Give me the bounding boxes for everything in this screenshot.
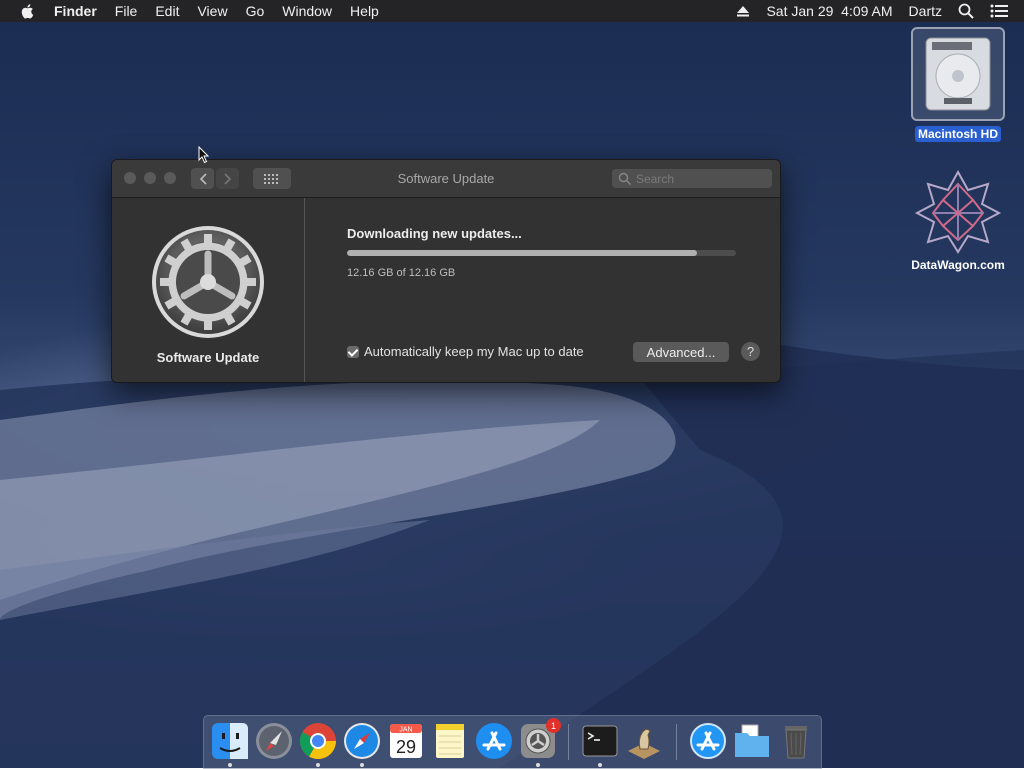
menu-go[interactable]: Go [246, 3, 265, 19]
dock: JAN 29 1 [203, 715, 822, 769]
notification-badge: 1 [546, 718, 561, 733]
menu-view[interactable]: View [197, 3, 227, 19]
running-indicator [536, 763, 540, 767]
desktop-icon-label: DataWagon.com [911, 258, 1005, 272]
menu-help[interactable]: Help [350, 3, 379, 19]
safari-icon [344, 723, 380, 759]
dock-item-safari[interactable] [342, 721, 382, 761]
running-indicator [598, 763, 602, 767]
datawagon-logo-icon [914, 169, 1002, 254]
advanced-button[interactable]: Advanced... [633, 342, 729, 362]
notification-center-icon[interactable] [990, 4, 1008, 18]
running-indicator [360, 763, 364, 767]
launchpad-icon [256, 723, 292, 759]
dock-item-launchpad[interactable] [254, 721, 294, 761]
terminal-icon [582, 725, 618, 757]
download-progress-bar [347, 250, 736, 256]
calendar-month: JAN [399, 727, 412, 734]
download-status-text: Downloading new updates... [347, 226, 522, 241]
app-store-folder-icon [690, 723, 726, 759]
menu-window[interactable]: Window [282, 3, 332, 19]
auto-update-option[interactable]: Automatically keep my Mac up to date [347, 344, 584, 359]
running-indicator [316, 763, 320, 767]
folder-icon [735, 724, 769, 757]
dock-item-terminal[interactable] [580, 721, 620, 761]
window-titlebar[interactable]: Software Update Search [112, 160, 780, 198]
search-field[interactable]: Search [612, 169, 772, 188]
software-update-window: Software Update Search Software Update D… [111, 159, 781, 383]
dock-item-notes[interactable] [430, 721, 470, 761]
chess-icon [628, 728, 660, 759]
help-button[interactable]: ? [741, 342, 760, 361]
search-icon [618, 172, 632, 185]
dock-item-app-store[interactable] [474, 721, 514, 761]
dock-item-trash[interactable] [776, 721, 816, 761]
eject-icon[interactable] [736, 5, 750, 17]
auto-update-checkbox[interactable] [347, 345, 359, 358]
mouse-cursor-icon [198, 146, 210, 164]
menu-bar: Finder File Edit View Go Window Help Sat… [0, 0, 1024, 22]
calendar-icon: JAN 29 [390, 724, 422, 758]
dock-item-system-preferences[interactable]: 1 [518, 718, 561, 761]
dock-item-calendar[interactable]: JAN 29 [386, 721, 426, 761]
dock-item-finder[interactable] [210, 721, 250, 761]
download-progress-fill [347, 250, 698, 256]
spotlight-search-icon[interactable] [958, 3, 974, 19]
download-size-text: 12.16 GB of 12.16 GB [347, 267, 456, 279]
desktop-background [0, 0, 1024, 768]
menu-file[interactable]: File [115, 3, 138, 19]
trash-icon [785, 726, 807, 759]
auto-update-label: Automatically keep my Mac up to date [364, 344, 584, 359]
search-placeholder: Search [636, 171, 675, 186]
menu-clock[interactable]: Sat Jan 29 4:09 AM [766, 3, 892, 19]
dock-separator [676, 724, 677, 760]
desktop-icon-macintosh-hd[interactable]: Macintosh HD [903, 27, 1013, 143]
apple-menu-icon[interactable] [19, 2, 37, 20]
wallpaper-dunes [0, 330, 1024, 768]
notes-icon [436, 724, 464, 758]
menu-app-finder[interactable]: Finder [54, 3, 97, 19]
dock-item-chrome[interactable] [298, 721, 338, 761]
menu-user[interactable]: Dartz [909, 3, 942, 19]
menu-extras: Sat Jan 29 4:09 AM Dartz [736, 0, 1024, 22]
hard-drive-icon [911, 27, 1005, 121]
desktop-icon-datawagon[interactable]: DataWagon.com [903, 168, 1013, 274]
running-indicator [228, 763, 232, 767]
menu-edit[interactable]: Edit [155, 3, 179, 19]
desktop-icon-label: Macintosh HD [914, 126, 1001, 142]
dock-item-chess[interactable] [624, 721, 664, 761]
app-store-icon [476, 723, 512, 759]
calendar-day: 29 [396, 737, 416, 757]
sidebar-pane-name: Software Update [156, 350, 260, 365]
chrome-icon [299, 723, 336, 760]
dock-separator [568, 724, 569, 760]
finder-icon [212, 723, 248, 759]
dock-item-app-store-downloads[interactable] [688, 721, 728, 761]
dock-item-documents[interactable] [732, 721, 772, 761]
software-update-sidebar: Software Update [112, 198, 305, 382]
gear-icon [152, 226, 264, 338]
update-main-pane: Downloading new updates... 12.16 GB of 1… [305, 198, 780, 382]
